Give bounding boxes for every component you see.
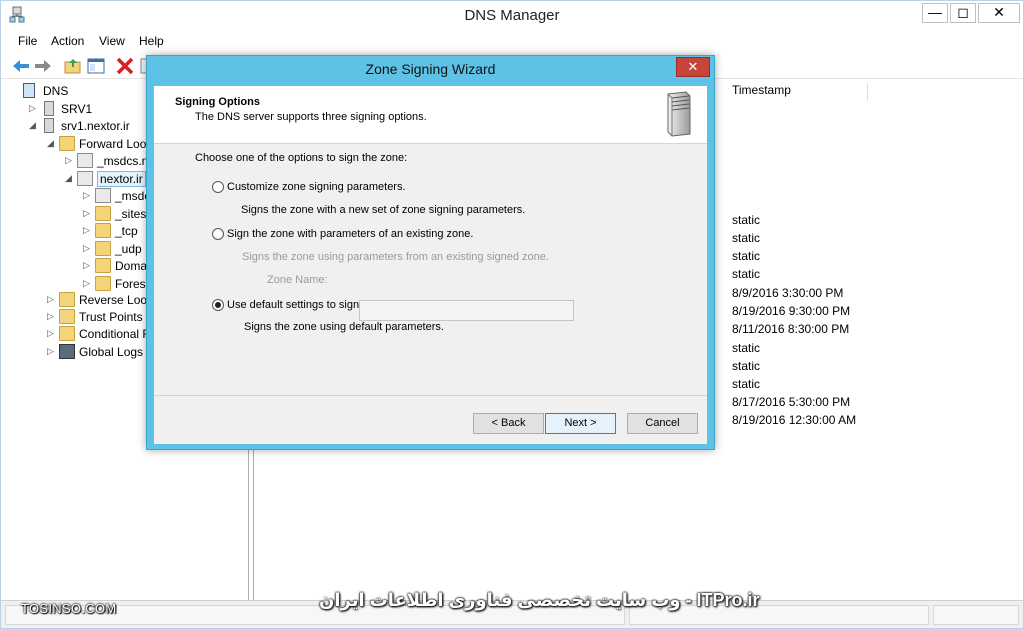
radio-existing-zone[interactable]: [212, 228, 224, 240]
option-customize-label[interactable]: Customize zone signing parameters.: [227, 181, 406, 193]
back-button[interactable]: < Back: [473, 413, 544, 434]
folder-icon: [59, 309, 75, 324]
delete-icon[interactable]: [115, 56, 135, 76]
dialog-title: Zone Signing Wizard: [365, 61, 496, 77]
radio-customize[interactable]: [212, 181, 224, 193]
expand-arrow-icon[interactable]: ▷: [83, 225, 93, 236]
close-button[interactable]: ✕: [978, 3, 1020, 23]
wizard-content: Choose one of the options to sign the zo…: [154, 145, 707, 395]
option-existing-zone-description: Signs the zone using parameters from an …: [242, 251, 549, 263]
tree-item-label[interactable]: Trust Points: [79, 310, 143, 324]
folder-icon: [95, 206, 111, 221]
header-title: Signing Options: [175, 96, 260, 108]
zone-name-input[interactable]: [359, 300, 574, 321]
expand-arrow-icon[interactable]: ◢: [65, 173, 75, 184]
expand-arrow-icon[interactable]: ◢: [47, 138, 57, 149]
forward-arrow-icon[interactable]: [33, 56, 53, 76]
tree-item-label[interactable]: _sites: [115, 207, 146, 221]
option-customize-description: Signs the zone with a new set of zone si…: [241, 204, 526, 216]
show-hide-tree-icon[interactable]: [86, 56, 106, 76]
cancel-button[interactable]: Cancel: [627, 413, 698, 434]
expand-arrow-icon[interactable]: ▷: [83, 243, 93, 254]
expand-arrow-icon[interactable]: ▷: [83, 278, 93, 289]
column-header-timestamp[interactable]: Timestamp: [728, 83, 868, 101]
dns-icon: [23, 83, 35, 98]
expand-arrow-icon[interactable]: ▷: [47, 294, 57, 305]
tree-item-label[interactable]: nextor.ir: [97, 171, 146, 187]
wizard-footer: < Back Next > Cancel: [154, 395, 707, 444]
dialog-body: Signing Options The DNS server supports …: [154, 86, 707, 444]
column-header-empty[interactable]: [868, 83, 1018, 101]
expand-arrow-icon[interactable]: ◢: [29, 120, 39, 131]
folder-icon: [95, 258, 111, 273]
title-bar: DNS Manager — ◻ ✕: [1, 1, 1023, 31]
minimize-button[interactable]: —: [922, 3, 948, 23]
list-item-timestamp[interactable]: 8/9/2016 3:30:00 PM: [732, 286, 843, 300]
tree-item-label[interactable]: DNS: [43, 84, 68, 98]
server-icon: [44, 101, 54, 116]
list-item-timestamp[interactable]: static: [732, 341, 760, 355]
expand-arrow-icon[interactable]: ▷: [83, 190, 93, 201]
tree-item-label[interactable]: SRV1: [61, 102, 92, 116]
expand-arrow-icon[interactable]: ▷: [65, 155, 75, 166]
list-item-timestamp[interactable]: static: [732, 249, 760, 263]
list-item-timestamp[interactable]: 8/19/2016 12:30:00 AM: [732, 413, 856, 427]
expand-arrow-icon[interactable]: ▷: [83, 208, 93, 219]
folder-icon: [95, 223, 111, 238]
folder-icon: [59, 136, 75, 151]
status-cell-right: [933, 605, 1019, 625]
back-arrow-icon[interactable]: [11, 56, 31, 76]
server-icon: [667, 91, 691, 137]
tree-item-label[interactable]: _tcp: [115, 224, 138, 238]
menu-action[interactable]: Action: [51, 34, 84, 48]
watermark-tosinso: TOSINSO.COM: [21, 601, 117, 616]
maximize-button[interactable]: ◻: [950, 3, 976, 23]
list-item-timestamp[interactable]: 8/19/2016 9:30:00 PM: [732, 304, 850, 318]
expand-arrow-icon[interactable]: ▷: [47, 346, 57, 357]
zone-name-label: Zone Name:: [267, 274, 328, 286]
window-title: DNS Manager: [464, 7, 560, 24]
next-button[interactable]: Next >: [545, 413, 616, 434]
header-subtitle: The DNS server supports three signing op…: [195, 111, 427, 123]
menu-file[interactable]: File: [18, 34, 37, 48]
server-icon: [44, 118, 54, 133]
zone-icon: [95, 188, 111, 203]
dialog-close-button[interactable]: ✕: [676, 57, 710, 77]
option-default-description: Signs the zone using default parameters.: [244, 321, 444, 333]
list-item-timestamp[interactable]: static: [732, 377, 760, 391]
event-log-icon: [59, 344, 75, 359]
folder-icon: [95, 276, 111, 291]
wizard-header: Signing Options The DNS server supports …: [154, 86, 707, 144]
list-item-timestamp[interactable]: static: [732, 267, 760, 281]
tree-item-label[interactable]: Global Logs: [79, 345, 143, 359]
folder-icon: [59, 292, 75, 307]
list-item-timestamp[interactable]: 8/11/2016 8:30:00 PM: [732, 322, 849, 336]
menu-help[interactable]: Help: [139, 34, 164, 48]
expand-arrow-icon[interactable]: ▷: [47, 328, 57, 339]
tree-item-label[interactable]: srv1.nextor.ir: [61, 119, 130, 133]
expand-arrow-icon[interactable]: ▷: [83, 260, 93, 271]
menu-view[interactable]: View: [99, 34, 125, 48]
menu-bar: File Action View Help: [1, 31, 1023, 51]
watermark-itpro: وب سایت تخصصی فناوری اطلاعات ایران - ITP…: [319, 590, 760, 610]
folder-icon: [95, 241, 111, 256]
tree-item-label[interactable]: _udp: [115, 242, 142, 256]
list-item-timestamp[interactable]: static: [732, 213, 760, 227]
list-item-timestamp[interactable]: static: [732, 231, 760, 245]
zone-icon: [77, 171, 93, 186]
options-prompt: Choose one of the options to sign the zo…: [195, 152, 408, 164]
list-item-timestamp[interactable]: static: [732, 359, 760, 373]
option-existing-zone-label[interactable]: Sign the zone with parameters of an exis…: [227, 228, 473, 240]
expand-arrow-icon[interactable]: ▷: [29, 103, 39, 114]
list-item-timestamp[interactable]: 8/17/2016 5:30:00 PM: [732, 395, 850, 409]
expand-arrow-icon[interactable]: ▷: [47, 311, 57, 322]
zone-signing-wizard-dialog: Zone Signing Wizard ✕ Signing Options Th…: [146, 55, 715, 450]
folder-icon: [59, 326, 75, 341]
up-folder-icon[interactable]: [63, 56, 83, 76]
radio-default[interactable]: [212, 299, 224, 311]
zone-icon: [77, 153, 93, 168]
